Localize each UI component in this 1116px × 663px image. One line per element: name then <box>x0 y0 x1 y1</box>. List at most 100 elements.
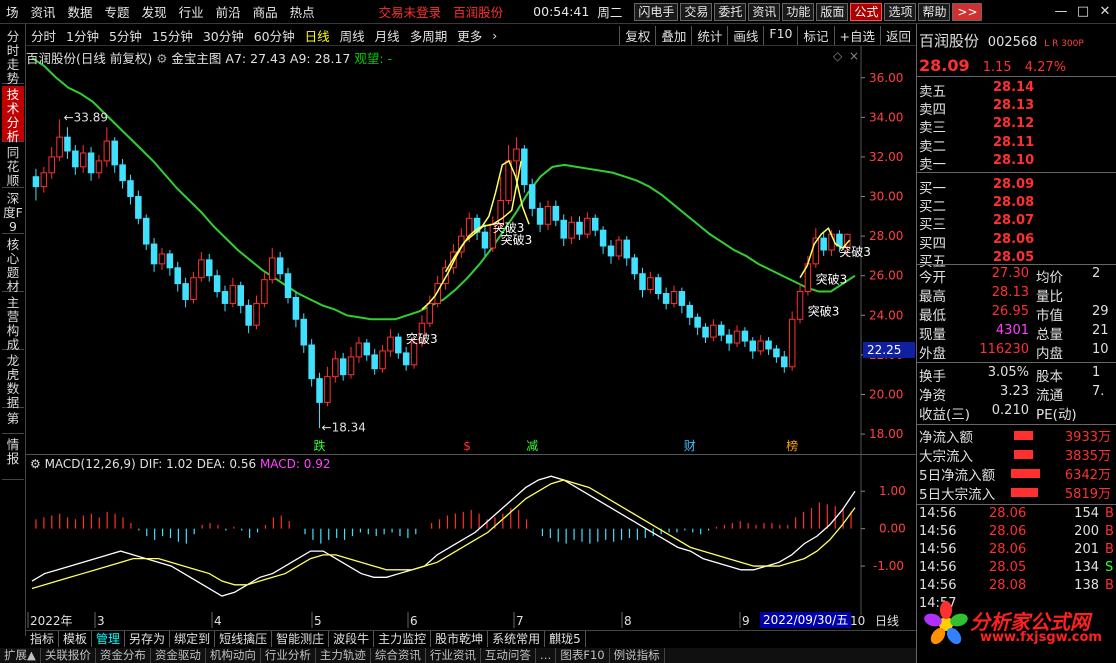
period-tab-9[interactable]: 多周期 <box>405 26 453 45</box>
candle-body <box>599 229 607 247</box>
maximize-icon[interactable]: □ <box>1072 4 1094 19</box>
menu-item-3[interactable]: 专题 <box>99 2 136 21</box>
extension-tab-4[interactable]: 机构动向 <box>206 648 261 663</box>
period-tab-0[interactable]: 分时 <box>26 26 61 45</box>
indicator-tab-2[interactable]: 管理 <box>92 631 126 647</box>
stats-label: 换手 <box>919 369 946 385</box>
indicator-tab-1[interactable]: 模板 <box>59 631 93 647</box>
minimize-icon[interactable]: — <box>1050 4 1072 19</box>
left-tab-0[interactable]: 分时走势 <box>2 28 24 86</box>
stats-value: 0.210 <box>991 403 1029 418</box>
orderbook-row: 卖三 28.12 <box>919 116 1115 136</box>
extension-tab-1[interactable]: 关联报价 <box>41 648 96 663</box>
indicator-tab-11[interactable]: 麒珑5 <box>545 631 586 647</box>
period-tab-1[interactable]: 1分钟 <box>61 26 104 45</box>
extension-tab-12[interactable]: 例说指标 <box>610 648 665 663</box>
stats-row: 最高 28.13 量比 <box>919 285 1115 305</box>
menu-button-5[interactable]: 版面 <box>816 2 849 21</box>
extension-tab-3[interactable]: 资金驱动 <box>151 648 206 663</box>
period-tab-8[interactable]: 月线 <box>370 26 405 45</box>
menu-button-7[interactable]: 选项 <box>884 2 917 21</box>
candle-body <box>552 205 560 221</box>
tick-row: 14:56 28.06 154 B <box>919 506 1115 524</box>
menu-item-2[interactable]: 数据 <box>62 2 99 21</box>
left-tab-2[interactable]: 同花顺 <box>2 144 24 188</box>
menu-button-2[interactable]: 委托 <box>714 2 747 21</box>
more-button[interactable]: >> <box>952 2 983 21</box>
menu-item-4[interactable]: 发现 <box>136 2 173 21</box>
indicator-tab-3[interactable]: 另存为 <box>125 631 171 647</box>
separator <box>917 504 1116 505</box>
extension-tab-7[interactable]: 综合资讯 <box>371 648 426 663</box>
candle-body <box>308 344 315 380</box>
menu-item-0[interactable]: 场 <box>0 2 25 21</box>
chart-toolbar-btn-5[interactable]: 标记 <box>797 26 833 45</box>
indicator-tab-5[interactable]: 短线擒压 <box>215 631 273 647</box>
left-tab-1[interactable]: 技术分析 <box>2 86 24 144</box>
flow-bar <box>1014 431 1033 440</box>
indicator-tab-4[interactable]: 绑定到 <box>170 631 216 647</box>
chart-toolbar-btn-6[interactable]: +自选 <box>833 26 880 45</box>
menu-button-8[interactable]: 帮助 <box>918 2 951 21</box>
extension-tab-2[interactable]: 资金分布 <box>96 648 151 663</box>
period-tab-3[interactable]: 15分钟 <box>147 26 198 45</box>
indicator-name[interactable]: 金宝主图 <box>171 51 221 66</box>
left-tab-8[interactable]: 情报 <box>2 436 24 480</box>
left-tab-7[interactable]: 第 <box>2 410 24 434</box>
menu-button-6[interactable]: 公式 <box>850 2 883 21</box>
menu-item-5[interactable]: 行业 <box>173 2 210 21</box>
chart-toolbar-btn-4[interactable]: F10 <box>763 26 797 45</box>
menu-button-1[interactable]: 交易 <box>680 2 713 21</box>
indicator-tab-6[interactable]: 智能测庄 <box>272 631 330 647</box>
left-tab-5[interactable]: 主营构成 <box>2 294 24 352</box>
left-tab-4[interactable]: 核心题材 <box>2 236 24 294</box>
period-more-chevron-icon[interactable]: › <box>487 28 502 43</box>
indicator-tab-10[interactable]: 系统常用 <box>488 631 546 647</box>
macd-panel[interactable]: 1.00 0.00 -1.00 ⚙ MACD(12,26,9) DIF: 1.02 … <box>26 454 916 615</box>
extension-tab-8[interactable]: 行业资讯 <box>426 648 481 663</box>
indicator-tab-7[interactable]: 波段牛 <box>329 631 375 647</box>
menu-button-0[interactable]: 闪电手 <box>634 2 679 21</box>
extension-tab-10[interactable]: … <box>536 648 557 663</box>
period-tab-7[interactable]: 周线 <box>335 26 370 45</box>
indicator-tab-8[interactable]: 主力监控 <box>374 631 432 647</box>
extension-tab-5[interactable]: 行业分析 <box>261 648 316 663</box>
chart-toolbar-btn-7[interactable]: 返回 <box>879 26 916 45</box>
candle-body <box>276 257 284 275</box>
close-icon[interactable]: ✕ <box>1094 4 1116 19</box>
candle-body <box>229 285 237 304</box>
stats-value-2: 7. <box>1092 384 1105 399</box>
period-tab-6[interactable]: 日线 <box>300 26 335 45</box>
menu-button-4[interactable]: 功能 <box>782 2 815 21</box>
indicator-tab-9[interactable]: 股市乾坤 <box>431 631 489 647</box>
indicator-tab-0[interactable]: 指标 <box>26 631 60 647</box>
period-tab-10[interactable]: 更多 <box>452 26 487 45</box>
main-kline-chart[interactable]: 18.0020.0022.0024.0026.0028.0030.0032.00… <box>26 46 916 454</box>
extension-tab-6[interactable]: 主力轨迹 <box>316 648 371 663</box>
left-tab-3[interactable]: 深度F9 <box>2 190 24 234</box>
chart-toolbar-btn-0[interactable]: 复权 <box>619 26 655 45</box>
extension-tab-0[interactable]: 扩展▲ <box>0 648 41 663</box>
y-tick-label: 36.00 <box>869 71 903 85</box>
menu-item-6[interactable]: 前沿 <box>210 2 247 21</box>
left-tab-6[interactable]: 龙虎数据 <box>2 352 24 410</box>
candle-body <box>623 239 630 259</box>
period-tab-5[interactable]: 60分钟 <box>249 26 300 45</box>
extension-tab-11[interactable]: 图表F10 <box>556 648 610 663</box>
menu-item-7[interactable]: 商品 <box>247 2 284 21</box>
flow-label: 5日大宗流入 <box>919 487 996 503</box>
menu-button-3[interactable]: 资讯 <box>748 2 781 21</box>
chart-toolbar-btn-3[interactable]: 画线 <box>727 26 763 45</box>
period-tab-4[interactable]: 30分钟 <box>198 26 249 45</box>
chart-toolbar-btn-2[interactable]: 统计 <box>691 26 727 45</box>
macd-settings-icon[interactable]: ⚙ <box>30 457 45 471</box>
menu-item-1[interactable]: 资讯 <box>25 2 62 21</box>
chart-info-line: 百润股份(日线 前复权) ⚙ 金宝主图 A7: 27.43 A9: 28.17 … <box>26 48 392 67</box>
period-tab-2[interactable]: 5分钟 <box>104 26 147 45</box>
extension-tab-9[interactable]: 互动问答 <box>481 648 536 663</box>
orderbook-label: 卖四 <box>919 102 946 119</box>
candle-body <box>521 148 528 186</box>
menu-item-8[interactable]: 热点 <box>284 2 321 21</box>
indicator-settings-icon[interactable]: ⚙ <box>156 51 167 66</box>
chart-toolbar-btn-1[interactable]: 叠加 <box>655 26 691 45</box>
